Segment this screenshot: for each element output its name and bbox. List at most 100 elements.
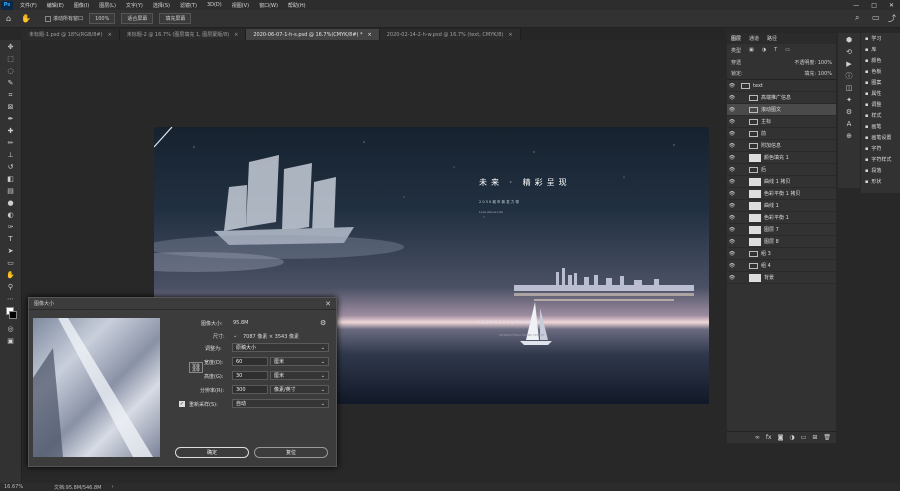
zoom-100-button[interactable]: 100% [89,13,116,24]
fill-screen-button[interactable]: 填充屏幕 [159,13,192,24]
zoom-tool-icon[interactable]: ⚲ [5,282,17,292]
close-button[interactable]: ✕ [889,2,894,9]
gradient-tool-icon[interactable]: ▤ [5,186,17,196]
visibility-eye-icon[interactable]: 👁 [727,275,737,281]
filter-type-icon[interactable]: T [774,47,777,53]
menu-3d[interactable]: 3D(D) [207,2,222,8]
filter-pixel-icon[interactable]: ▣ [749,47,754,53]
panel-shortcut-item[interactable]: ▪ 颜色 [861,55,900,66]
tab-channels[interactable]: 通道 [749,35,759,42]
layer-row[interactable]: 👁 text [727,80,836,92]
layer-row[interactable]: 👁 色彩平衡 1 [727,212,836,224]
more-tools-icon[interactable]: ⋯ [5,294,17,304]
layer-row[interactable]: 👁 图层 7 [727,224,836,236]
visibility-eye-icon[interactable]: 👁 [727,107,737,113]
layer-row[interactable]: 👁 颜色填充 1 [727,152,836,164]
tab-paths[interactable]: 路径 [767,35,777,42]
type-tool-icon[interactable]: T [5,234,17,244]
layer-row[interactable]: 👁 曲线 1 [727,200,836,212]
menu-type[interactable]: 文字(Y) [126,2,143,9]
navigator-icon[interactable]: ◫ [843,83,855,93]
menu-window[interactable]: 窗口(W) [259,2,278,9]
chevron-down-icon[interactable]: ⌄ [233,333,237,339]
layer-row[interactable]: 👁 后 [727,164,836,176]
fit-to-select[interactable]: 原稿大小 ⌄ [232,343,329,352]
visibility-eye-icon[interactable]: 👁 [727,215,737,221]
resample-select[interactable]: 自动 ⌄ [232,399,329,408]
panel-shortcut-item[interactable]: ▪ 字符 [861,143,900,154]
link-layers-icon[interactable]: ∞ [755,434,760,441]
blur-tool-icon[interactable]: ● [5,198,17,208]
panel-shortcut-item[interactable]: ▪ 画笔 [861,121,900,132]
filter-shape-icon[interactable]: ▭ [785,47,790,53]
layer-row[interactable]: 👁 曲线 1 拷贝 [727,176,836,188]
constrain-link-icon[interactable]: ⛓ [189,362,204,373]
brush-tool-icon[interactable]: ✏ [5,138,17,148]
layer-row[interactable]: 👁 滚动图文 [727,104,836,116]
visibility-eye-icon[interactable]: 👁 [727,251,737,257]
ok-button[interactable]: 确定 [175,447,249,458]
visibility-eye-icon[interactable]: 👁 [727,143,737,149]
fx-icon[interactable]: fx [766,434,772,441]
panel-shortcut-item[interactable]: ▪ 字符样式 [861,154,900,165]
close-icon[interactable]: × [108,32,112,38]
zoom-level[interactable]: 16.67% [4,484,54,490]
tab-document-1[interactable]: 未标题-1.psd @ 18%(RGB/8#) × [22,29,120,40]
layer-kind-filter[interactable]: 类型 [731,47,741,54]
menu-filter[interactable]: 滤镜(T) [180,2,197,9]
visibility-eye-icon[interactable]: 👁 [727,131,737,137]
dialog-preview[interactable] [33,318,160,457]
color-swatches-icon[interactable] [5,306,17,322]
opacity-field[interactable]: 100% [818,60,832,66]
close-icon[interactable]: × [368,32,372,38]
layer-row[interactable]: 👁 图层 8 [727,236,836,248]
history-brush-icon[interactable]: ↺ [5,162,17,172]
menu-file[interactable]: 文件(F) [20,2,37,9]
close-icon[interactable]: × [508,32,512,38]
info-icon[interactable]: ⓘ [843,71,855,81]
menu-view[interactable]: 视图(V) [232,2,249,9]
panel-shortcut-item[interactable]: ▪ 调整 [861,99,900,110]
hand-tool-icon[interactable]: ✋ [21,14,31,23]
resolution-unit-select[interactable]: 像素/英寸 ⌄ [270,385,329,394]
dialog-close-icon[interactable]: ✕ [325,300,331,308]
settings-gear-icon[interactable]: ⚙ [320,319,326,327]
pen-tool-icon[interactable]: ✑ [5,222,17,232]
crop-tool-icon[interactable]: ⌗ [5,90,17,100]
visibility-eye-icon[interactable]: 👁 [727,263,737,269]
panel-shortcut-item[interactable]: ▪ 形状 [861,176,900,187]
menu-image[interactable]: 图像(I) [74,2,89,9]
visibility-eye-icon[interactable]: 👁 [727,95,737,101]
maximize-button[interactable]: □ [871,2,877,9]
path-select-icon[interactable]: ➤ [5,246,17,256]
marquee-tool-icon[interactable]: ⬚ [5,54,17,64]
layer-row[interactable]: 👁 组 4 [727,260,836,272]
new-group-icon[interactable]: ▭ [801,434,807,441]
tab-document-3[interactable]: 2020-06-07-1-h-s.psd @ 16.7%(CMYK/8#) * × [246,29,380,40]
panel-shortcut-item[interactable]: ▪ 画笔设置 [861,132,900,143]
tool-preset-icon[interactable]: ⚙ [843,107,855,117]
search-icon[interactable]: ⌕ [855,13,859,23]
visibility-eye-icon[interactable]: 👁 [727,167,737,173]
workspace-icon[interactable]: ▭ [872,13,880,22]
width-unit-select[interactable]: 厘米 ⌄ [270,357,329,366]
width-input[interactable]: 60 [232,357,268,366]
eyedropper-tool-icon[interactable]: ✒ [5,114,17,124]
resolution-input[interactable]: 300 [232,385,268,394]
menu-help[interactable]: 帮助(H) [288,2,306,9]
lasso-tool-icon[interactable]: ◌ [5,66,17,76]
tab-layers[interactable]: 图层 [731,35,741,42]
panel-shortcut-item[interactable]: ▪ 图案 [861,77,900,88]
eraser-tool-icon[interactable]: ◧ [5,174,17,184]
visibility-eye-icon[interactable]: 👁 [727,191,737,197]
adjustment-layer-icon[interactable]: ◑ [789,434,794,441]
panel-shortcut-item[interactable]: ▪ 库 [861,44,900,55]
screen-mode-icon[interactable]: ▣ [5,336,17,346]
visibility-eye-icon[interactable]: 👁 [727,83,737,89]
reset-button[interactable]: 复位 [254,447,328,458]
close-icon[interactable]: × [234,32,238,38]
tab-document-2[interactable]: 未标题-2 @ 16.7% (图层填充 1, 图层蒙版/8) × [119,29,247,40]
resample-checkbox[interactable]: ✓ [179,401,185,407]
share-icon[interactable]: ⤴ [888,13,896,24]
panel-shortcut-item[interactable]: ▪ 色板 [861,66,900,77]
